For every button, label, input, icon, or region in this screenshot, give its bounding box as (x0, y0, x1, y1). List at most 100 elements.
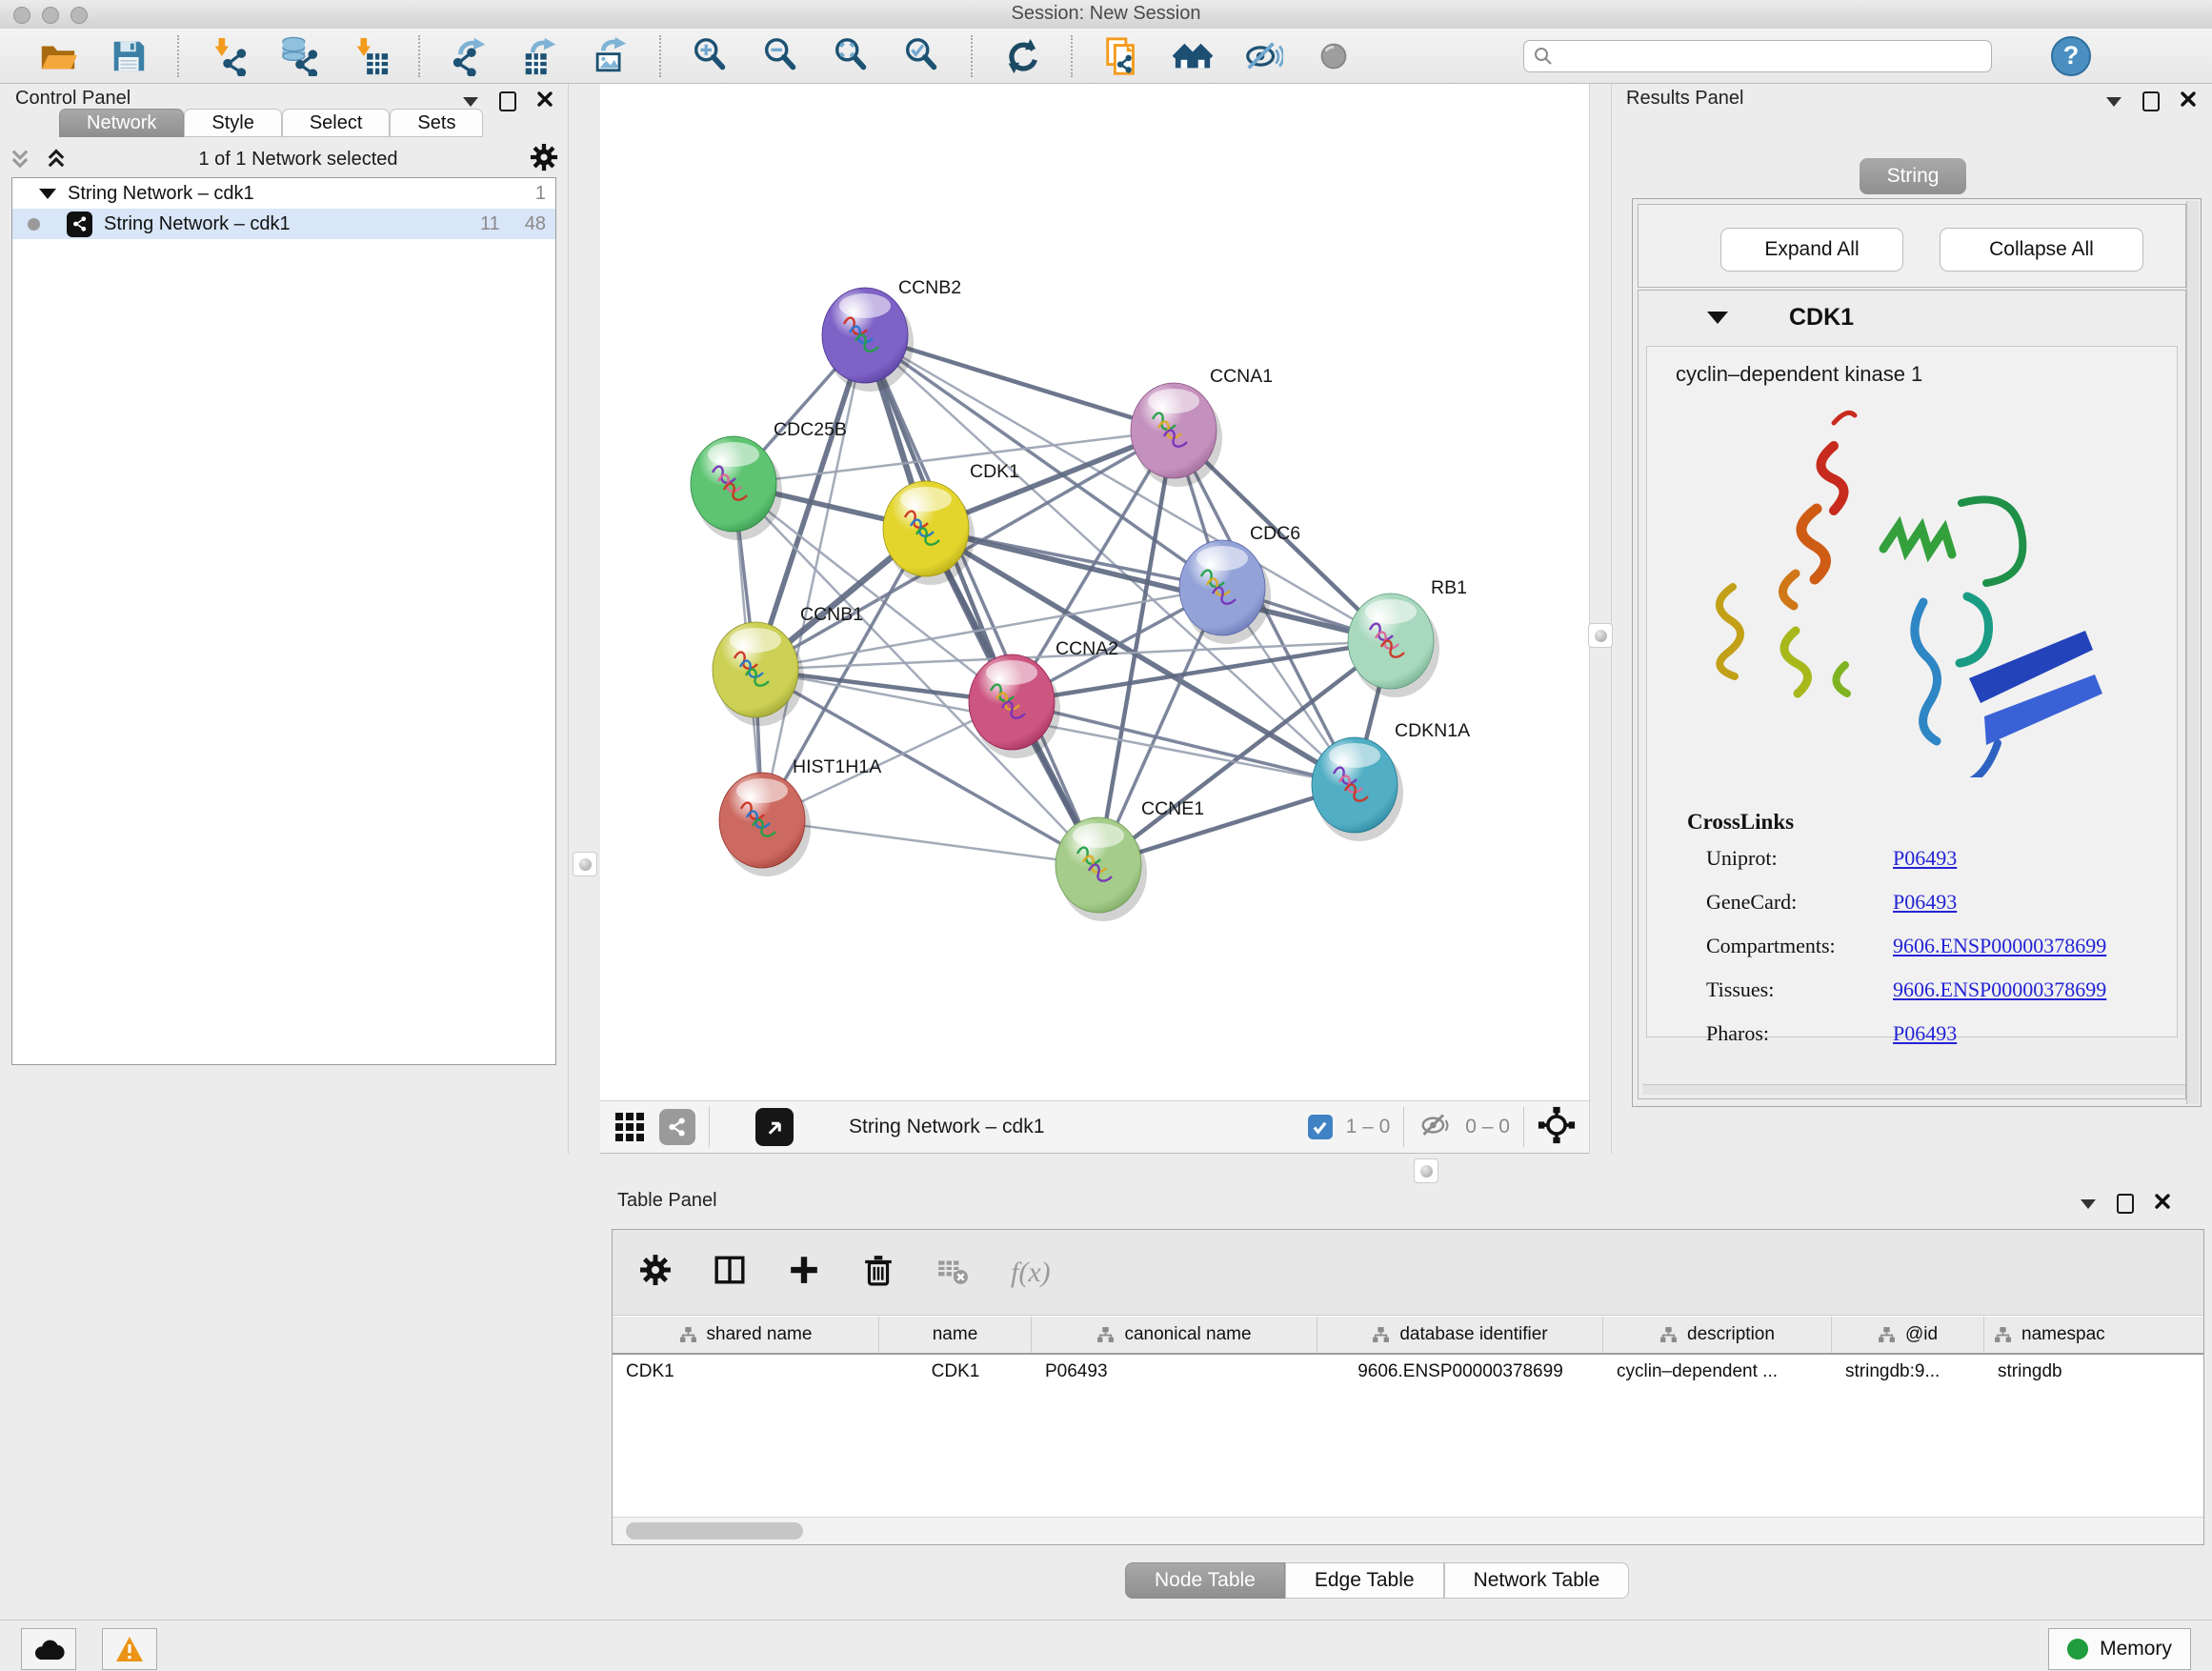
panel-float-icon[interactable] (2142, 91, 2160, 111)
function-builder-icon[interactable]: f(x) (1011, 1257, 1051, 1289)
cell-shared-name[interactable]: CDK1 (613, 1355, 879, 1389)
crosslink-link[interactable]: 9606.ENSP00000378699 (1893, 934, 2106, 958)
zoom-in-button[interactable] (689, 34, 733, 78)
birds-eye-view-icon[interactable] (755, 1108, 794, 1146)
tab-string[interactable]: String (1860, 158, 1966, 194)
network-canvas[interactable]: CCNB2CCNA1CDC25BCDK1CDC6RB1CCNB1CCNA2CDK… (600, 84, 1589, 1100)
column-header-description[interactable]: description (1603, 1317, 1832, 1353)
expand-all-button[interactable]: Expand All (1720, 228, 1903, 272)
cell-description[interactable]: cyclin–dependent ... (1603, 1355, 1832, 1389)
panel-float-icon[interactable] (2117, 1194, 2134, 1214)
new-network-from-selection-button[interactable] (1100, 34, 1144, 78)
splitter-handle[interactable] (1414, 1158, 1438, 1183)
column-header-id[interactable]: @id (1832, 1317, 1984, 1353)
column-header-shared-name[interactable]: shared name (613, 1317, 879, 1353)
panel-close-icon[interactable] (537, 91, 553, 111)
export-table-button[interactable] (518, 34, 562, 78)
warnings-button[interactable] (102, 1628, 157, 1670)
show-all-button[interactable] (1312, 34, 1356, 78)
show-columns-icon[interactable] (714, 1254, 746, 1291)
panel-close-icon[interactable] (2155, 1194, 2170, 1214)
grid-view-icon[interactable] (613, 1109, 646, 1146)
import-network-from-database-button[interactable] (277, 34, 321, 78)
results-panel-title: Results Panel (1626, 88, 1743, 110)
memory-button[interactable]: Memory (2048, 1628, 2191, 1670)
cell-namespace[interactable]: stringdb (1984, 1355, 2203, 1389)
left-panel-splitter[interactable] (568, 84, 602, 1154)
results-vertical-scrollbar[interactable] (2186, 201, 2199, 1104)
panel-menu-icon[interactable] (463, 97, 478, 107)
selected-nodes-checkbox[interactable] (1308, 1115, 1333, 1139)
tab-network[interactable]: Network (59, 109, 184, 137)
zoom-out-button[interactable] (759, 34, 803, 78)
table-panel: Table Panel f(x) shared name name canoni… (600, 1186, 2212, 1620)
open-session-button[interactable] (36, 34, 80, 78)
cell-id[interactable]: stringdb:9... (1832, 1355, 1984, 1389)
hidden-items-eye-slash-icon[interactable] (1418, 1111, 1452, 1144)
search-input[interactable] (1560, 45, 1981, 68)
hide-selected-button[interactable] (1241, 34, 1285, 78)
tab-node-table[interactable]: Node Table (1125, 1562, 1285, 1599)
zoom-selected-button[interactable] (900, 34, 944, 78)
collapse-all-button[interactable]: Collapse All (1940, 228, 2143, 272)
results-horizontal-scrollbar[interactable] (1642, 1084, 2185, 1095)
expand-all-networks-icon[interactable] (10, 148, 30, 171)
right-panel-splitter[interactable] (1589, 84, 1612, 1154)
tab-edge-table[interactable]: Edge Table (1285, 1562, 1444, 1599)
column-header-canonical-name[interactable]: canonical name (1032, 1317, 1317, 1353)
apply-layout-refresh-button[interactable] (1000, 34, 1044, 78)
gene-section-header[interactable]: CDK1 (1639, 304, 2185, 332)
status-bar: Memory (0, 1620, 2212, 1671)
column-header-namespace[interactable]: namespac (1984, 1317, 2203, 1353)
splitter-handle[interactable] (573, 852, 597, 876)
network-row[interactable]: String Network – cdk1 11 48 (12, 209, 555, 239)
zoom-fit-content-button[interactable] (830, 34, 874, 78)
collapse-all-networks-icon[interactable] (46, 148, 67, 171)
crosslink-link[interactable]: P06493 (1893, 890, 1957, 915)
help-button[interactable]: ? (2051, 36, 2091, 76)
panel-float-icon[interactable] (499, 91, 516, 111)
network-collection-row[interactable]: String Network – cdk1 1 (12, 178, 555, 209)
pan-crosshair-icon[interactable] (1538, 1106, 1576, 1149)
section-expander-icon[interactable] (1707, 312, 1728, 324)
import-network-from-file-button[interactable] (207, 34, 251, 78)
tab-sets[interactable]: Sets (390, 109, 483, 137)
column-header-database-identifier[interactable]: database identifier (1317, 1317, 1603, 1353)
tab-network-table[interactable]: Network Table (1444, 1562, 1630, 1599)
save-session-button[interactable] (107, 34, 151, 78)
crosslink-link[interactable]: P06493 (1893, 1021, 1957, 1046)
cell-canonical-name[interactable]: P06493 (1032, 1355, 1317, 1389)
delete-table-icon[interactable] (936, 1254, 969, 1291)
splitter-handle[interactable] (1588, 623, 1613, 648)
scrollbar-thumb[interactable] (626, 1522, 803, 1540)
table-row[interactable]: CDK1 CDK1 P06493 9606.ENSP00000378699 cy… (613, 1355, 2203, 1389)
export-image-button[interactable] (589, 34, 633, 78)
horizontal-splitter[interactable] (600, 1154, 2212, 1186)
cell-name[interactable]: CDK1 (879, 1355, 1032, 1389)
add-column-icon[interactable] (788, 1254, 820, 1291)
main-toolbar: ? (0, 29, 2212, 84)
network-graph[interactable]: CCNB2CCNA1CDC25BCDK1CDC6RB1CCNB1CCNA2CDK… (600, 84, 1589, 1100)
import-table-icon (350, 36, 390, 76)
delete-column-trash-icon[interactable] (862, 1254, 895, 1291)
column-header-name[interactable]: name (879, 1317, 1032, 1353)
cloud-status-button[interactable] (21, 1628, 76, 1670)
crosslink-link[interactable]: P06493 (1893, 846, 1957, 871)
tab-style[interactable]: Style (184, 109, 281, 137)
copy-network-document-icon (1102, 36, 1142, 76)
network-share-view-icon[interactable] (659, 1109, 695, 1145)
table-horizontal-scrollbar[interactable] (613, 1517, 2203, 1544)
table-options-gear-icon[interactable] (639, 1254, 672, 1291)
window-title: Session: New Session (0, 3, 2212, 25)
panel-close-icon[interactable] (2181, 91, 2196, 111)
network-options-gear-icon[interactable] (530, 143, 558, 176)
first-neighbors-button[interactable] (1171, 34, 1215, 78)
crosslink-link[interactable]: 9606.ENSP00000378699 (1893, 977, 2106, 1002)
panel-menu-icon[interactable] (2081, 1199, 2096, 1209)
import-table-from-file-button[interactable] (348, 34, 392, 78)
tab-select[interactable]: Select (282, 109, 391, 137)
panel-menu-icon[interactable] (2106, 97, 2122, 107)
cell-database-identifier[interactable]: 9606.ENSP00000378699 (1317, 1355, 1603, 1389)
tree-expander-icon[interactable] (39, 189, 56, 199)
export-network-button[interactable] (448, 34, 492, 78)
